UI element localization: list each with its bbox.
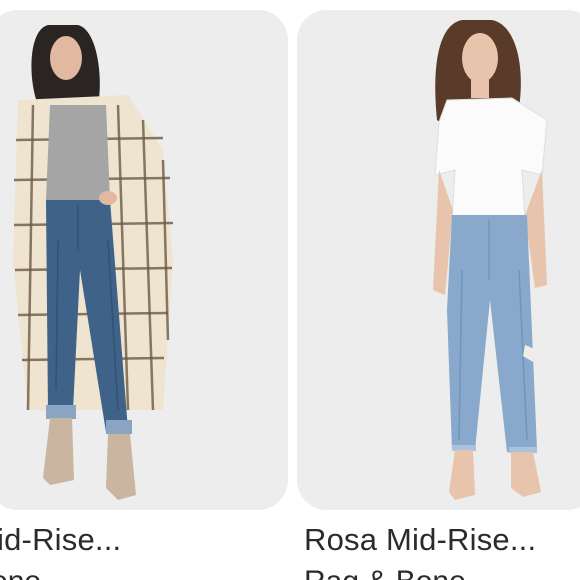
product-title[interactable]: Mid-Rise... xyxy=(0,522,121,558)
product-brand: Rag & Bone xyxy=(304,565,466,580)
model-photo-icon xyxy=(0,10,288,510)
model-photo-icon xyxy=(297,10,580,510)
product-image[interactable] xyxy=(297,10,580,510)
product-card[interactable]: Rosa Mid-Rise... Rag & Bone xyxy=(297,10,580,580)
product-card[interactable]: Mid-Rise... Bone xyxy=(0,10,288,580)
product-image[interactable] xyxy=(0,10,288,510)
product-grid: Mid-Rise... Bone xyxy=(0,0,580,580)
product-title[interactable]: Rosa Mid-Rise... xyxy=(304,522,536,558)
product-brand: Bone xyxy=(0,565,41,580)
